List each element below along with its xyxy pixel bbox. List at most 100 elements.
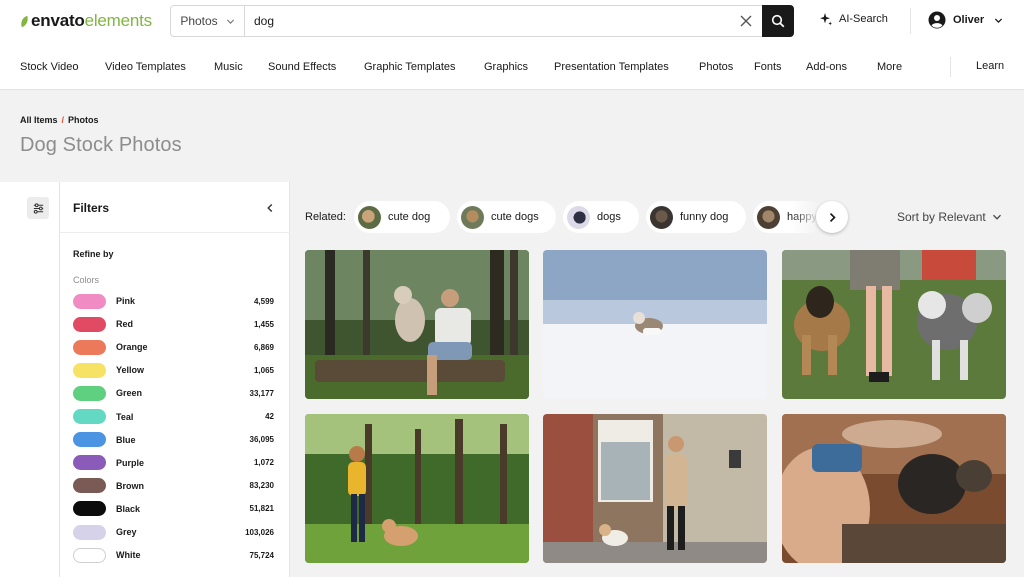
photo-man-with-dog-in-forest[interactable] <box>305 250 529 399</box>
search-scope-dropdown[interactable]: Photos <box>171 6 245 36</box>
nav-item-learn[interactable]: Learn <box>976 60 1004 72</box>
colors-label: Colors <box>73 275 100 285</box>
ai-search-button[interactable]: AI-Search <box>819 12 888 26</box>
chip-thumbnail <box>358 205 381 229</box>
envato-elements-logo[interactable]: envato elements <box>18 10 153 32</box>
related-chip-funny-dog[interactable]: funny dog <box>646 201 746 233</box>
search-bar: Photos <box>170 5 794 37</box>
photo-image <box>782 250 1006 399</box>
color-count: 51,821 <box>249 504 274 514</box>
top-header: envato elements Photos AI-Search Oliver … <box>0 0 1024 90</box>
filter-rail <box>0 182 60 577</box>
photo-woman-with-dog-in-park[interactable] <box>305 414 529 563</box>
filters-panel: Filters Refine by Colors Pink 4,599 Red 1,4… <box>60 182 290 577</box>
nav-item-fonts[interactable]: Fonts <box>754 61 806 73</box>
color-count: 103,026 <box>245 527 274 537</box>
related-chip-cute-dog[interactable]: cute dog <box>354 201 450 233</box>
nav-item-photos[interactable]: Photos <box>699 61 754 73</box>
color-filter-pink[interactable]: Pink 4,599 <box>73 293 274 309</box>
related-chip-dogs[interactable]: dogs <box>563 201 639 233</box>
breadcrumb: All Items / Photos <box>20 115 99 125</box>
photo-woman-walking-dog-on-street[interactable] <box>543 414 767 563</box>
color-swatch-orange <box>73 339 106 355</box>
nav-item-video-templates[interactable]: Video Templates <box>105 61 214 73</box>
nav-item-add-ons[interactable]: Add-ons <box>806 61 877 73</box>
nav-item-graphic-templates[interactable]: Graphic Templates <box>364 61 484 73</box>
breadcrumb-photos[interactable]: Photos <box>68 115 99 125</box>
color-name: Grey <box>116 527 137 537</box>
search-input[interactable] <box>245 6 730 36</box>
related-chip-cute-dogs[interactable]: cute dogs <box>457 201 556 233</box>
color-name: Orange <box>116 342 148 353</box>
nav-divider <box>950 57 951 77</box>
close-icon <box>740 15 752 27</box>
color-name: Teal <box>116 411 134 422</box>
color-swatch-blue <box>73 432 106 448</box>
color-count: 4,599 <box>253 296 274 306</box>
breadcrumb-all-items[interactable]: All Items <box>20 115 58 125</box>
search-icon <box>771 14 785 28</box>
chip-label: funny dog <box>680 211 729 223</box>
color-count: 1,072 <box>253 458 274 468</box>
color-filter-grey[interactable]: Grey 103,026 <box>73 524 274 540</box>
filters-title: Filters <box>73 201 110 215</box>
filters-divider <box>60 232 290 233</box>
user-name: Oliver <box>953 14 985 26</box>
nav-item-more[interactable]: More <box>877 61 917 73</box>
color-count: 1,455 <box>253 319 274 329</box>
color-filter-blue[interactable]: Blue 36,095 <box>73 432 274 448</box>
category-nav: Stock Video Video Templates Music Sound … <box>20 57 917 77</box>
color-filter-brown[interactable]: Brown 83,230 <box>73 478 274 494</box>
breadcrumb-separator: / <box>61 115 65 125</box>
sparkle-icon <box>820 13 832 26</box>
color-count: 36,095 <box>249 435 274 445</box>
chip-thumbnail <box>650 205 673 229</box>
related-next-button[interactable] <box>816 201 848 233</box>
color-name: Purple <box>116 457 145 468</box>
photo-image <box>305 250 529 399</box>
nav-item-sound-effects[interactable]: Sound Effects <box>268 61 364 73</box>
sort-dropdown[interactable]: Sort by Relevant <box>897 210 1002 224</box>
color-count: 75,724 <box>249 550 274 560</box>
color-name: Black <box>116 503 141 514</box>
user-avatar-icon <box>928 11 946 29</box>
chevron-down-icon <box>992 214 1001 220</box>
color-count: 6,869 <box>253 342 274 352</box>
color-filter-purple[interactable]: Purple 1,072 <box>73 455 274 471</box>
color-count: 33,177 <box>249 388 274 398</box>
color-filter-teal[interactable]: Teal 42 <box>73 409 274 425</box>
nav-item-graphics[interactable]: Graphics <box>484 61 554 73</box>
logo-word-elements: elements <box>84 11 153 30</box>
color-filter-green[interactable]: Green 33,177 <box>73 385 274 401</box>
color-swatch-red <box>73 316 106 332</box>
user-menu[interactable]: Oliver <box>928 11 1003 29</box>
nav-item-music[interactable]: Music <box>214 61 268 73</box>
photo-dogs-on-leashes-walk[interactable] <box>782 250 1006 399</box>
color-filter-red[interactable]: Red 1,455 <box>73 316 274 332</box>
nav-item-presentation-templates[interactable]: Presentation Templates <box>554 61 699 73</box>
nav-item-stock-video[interactable]: Stock Video <box>20 61 105 73</box>
color-swatch-green <box>73 385 106 401</box>
color-swatch-grey <box>73 524 106 540</box>
related-label: Related: <box>305 211 346 223</box>
logo-word-envato: envato <box>31 11 85 30</box>
search-submit-button[interactable] <box>762 5 794 37</box>
color-filter-white[interactable]: White 75,724 <box>73 547 274 563</box>
color-swatch-purple <box>73 455 106 471</box>
chip-thumbnail <box>757 205 780 229</box>
color-filter-orange[interactable]: Orange 6,869 <box>73 339 274 355</box>
color-filter-yellow[interactable]: Yellow 1,065 <box>73 362 274 378</box>
toggle-filters-button[interactable] <box>27 197 49 219</box>
header-divider <box>910 8 911 34</box>
color-swatch-brown <box>73 478 106 494</box>
clear-search-button[interactable] <box>730 6 762 36</box>
refine-by-label: Refine by <box>73 249 114 259</box>
photo-dog-running-in-snow[interactable] <box>543 250 767 399</box>
color-filter-black[interactable]: Black 51,821 <box>73 501 274 517</box>
color-count: 42 <box>265 412 274 421</box>
photo-image <box>543 414 767 563</box>
color-swatch-black <box>73 501 106 517</box>
chevron-left-icon[interactable] <box>265 203 275 213</box>
color-count: 1,065 <box>253 365 274 375</box>
photo-dog-with-person-on-couch[interactable] <box>782 414 1006 563</box>
